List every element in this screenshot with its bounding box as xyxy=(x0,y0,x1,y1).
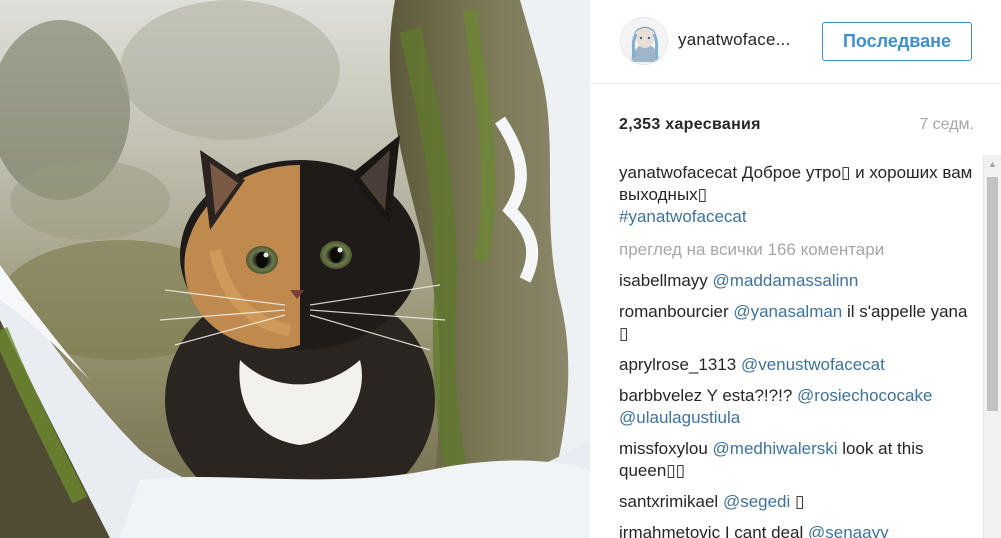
post-author-username[interactable]: yanatwoface... xyxy=(678,30,790,50)
comment-username[interactable]: romanbourcier xyxy=(619,302,729,321)
comment-item: romanbourcier @yanasalman il s'appelle y… xyxy=(619,301,979,345)
avatar-image xyxy=(621,18,667,64)
likes-count[interactable]: 2,353 харесвания xyxy=(619,116,761,134)
post-details-panel: yanatwoface... Последване 2,353 харесван… xyxy=(590,0,1001,538)
comment-username[interactable]: santxrimikael xyxy=(619,492,718,511)
comment-mention[interactable]: @segedi xyxy=(723,492,790,511)
comments-list: yanatwofacecat Доброе утро▯ и хороших ва… xyxy=(619,162,979,538)
comment-mention[interactable]: @rosiechococake xyxy=(797,386,932,405)
follow-button[interactable]: Последване xyxy=(822,22,972,61)
post-photo[interactable] xyxy=(0,0,590,538)
comment-text: Y esta?!?!? xyxy=(706,386,793,405)
cat-photo xyxy=(0,0,590,538)
comment-item: santxrimikael @segedi ▯ xyxy=(619,491,979,513)
comment-mention[interactable]: @venustwofacecat xyxy=(741,355,885,374)
comment-text: I cant deal xyxy=(724,523,804,538)
comment-mention[interactable]: @maddamassalinn xyxy=(713,271,859,290)
comment-mention[interactable]: @yanasalman xyxy=(733,302,842,321)
comments-scrollbar[interactable]: ▲ xyxy=(983,155,1001,538)
comment-mention[interactable]: @senaayy_ xyxy=(808,523,898,538)
comment-username[interactable]: missfoxylou xyxy=(619,439,708,458)
comment-item: aprylrose_1313 @venustwofacecat xyxy=(619,354,979,376)
comment-mention[interactable]: @ulaulagustiula xyxy=(619,408,740,427)
post-caption: yanatwofacecat Доброе утро▯ и хороших ва… xyxy=(619,162,979,228)
comment-mention[interactable]: @medhiwalerski xyxy=(713,439,838,458)
comment-item: barbbvelez Y esta?!?!? @rosiechococake @… xyxy=(619,385,979,429)
comment-username[interactable]: barbbvelez xyxy=(619,386,702,405)
view-all-comments-link[interactable]: преглед на всички 166 коментари xyxy=(619,239,979,261)
avatar[interactable] xyxy=(620,17,668,65)
scrollbar-thumb[interactable] xyxy=(987,177,998,411)
scroll-up-arrow-icon[interactable]: ▲ xyxy=(984,155,1001,173)
comment-username[interactable]: aprylrose_1313 xyxy=(619,355,736,374)
comment-item: irmahmetovic I cant deal @senaayy_ xyxy=(619,522,979,538)
caption-username[interactable]: yanatwofacecat xyxy=(619,163,737,182)
post-stats: 2,353 харесвания 7 седм. xyxy=(619,116,974,138)
comment-username[interactable]: irmahmetovic xyxy=(619,523,720,538)
comment-username[interactable]: isabellmayy xyxy=(619,271,708,290)
comment-text: ▯ xyxy=(795,492,805,511)
post-timestamp[interactable]: 7 седм. xyxy=(919,116,974,134)
caption-hashtag[interactable]: #yanatwofacecat xyxy=(619,207,747,226)
comment-item: missfoxylou @medhiwalerski look at this … xyxy=(619,438,979,482)
post-header: yanatwoface... Последване xyxy=(590,0,1001,84)
comment-item: isabellmayy @maddamassalinn xyxy=(619,270,979,292)
